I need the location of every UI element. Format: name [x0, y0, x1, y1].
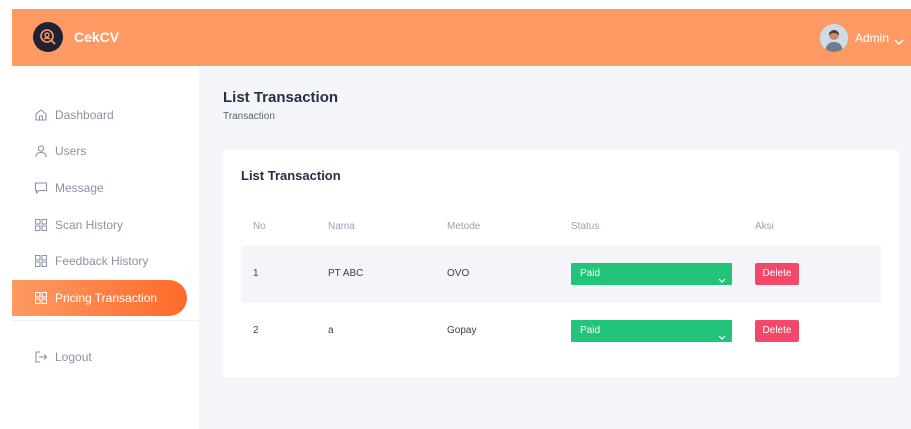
transaction-card: List Transaction No Nama Metode Status A…: [223, 150, 899, 377]
app-frame: CekCV Admin Dashboard Users Message Scan…: [12, 9, 911, 429]
chevron-down-icon: [718, 271, 726, 293]
delete-button[interactable]: Delete: [755, 320, 799, 342]
sidebar-item-label: Logout: [55, 350, 92, 364]
home-icon: [34, 108, 48, 122]
logo-icon[interactable]: [33, 22, 63, 52]
delete-button[interactable]: Delete: [755, 263, 799, 285]
card-title: List Transaction: [241, 168, 341, 183]
column-header-no: No: [253, 221, 266, 232]
sidebar-item-label: Users: [55, 144, 87, 158]
sidebar: Dashboard Users Message Scan History Fee…: [12, 66, 199, 429]
cell-nama: PT ABC: [328, 268, 364, 279]
table-row: 1 PT ABC OVO Paid Delete: [241, 246, 881, 303]
cell-metode: Gopay: [447, 325, 477, 336]
breadcrumb[interactable]: Transaction: [223, 111, 275, 122]
chevron-down-icon: [718, 328, 726, 350]
sidebar-item-feedback-history[interactable]: Feedback History: [12, 243, 187, 279]
user-name[interactable]: Admin: [855, 31, 889, 45]
status-select[interactable]: Paid: [571, 263, 732, 285]
chevron-down-icon[interactable]: [894, 33, 904, 51]
cell-no: 1: [253, 268, 259, 279]
message-icon: [34, 181, 48, 195]
grid-icon: [34, 291, 48, 305]
brand-name: CekCV: [74, 29, 120, 45]
sidebar-item-label: Scan History: [55, 218, 124, 232]
status-select[interactable]: Paid: [571, 320, 732, 342]
sidebar-item-message[interactable]: Message: [12, 170, 187, 206]
sidebar-item-scan-history[interactable]: Scan History: [12, 207, 187, 243]
grid-icon: [34, 254, 48, 268]
top-bar: CekCV Admin: [12, 9, 911, 66]
user-icon: [34, 144, 48, 158]
sidebar-item-label: Message: [55, 181, 104, 195]
sidebar-item-logout[interactable]: Logout: [12, 339, 187, 375]
status-value: Paid: [580, 325, 601, 336]
column-header-metode: Metode: [447, 221, 481, 232]
sidebar-item-label: Feedback History: [55, 254, 149, 268]
grid-icon: [34, 218, 48, 232]
status-value: Paid: [580, 268, 601, 279]
cell-metode: OVO: [447, 268, 470, 279]
sidebar-item-label: Dashboard: [55, 108, 114, 122]
avatar[interactable]: [820, 24, 848, 52]
page-title: List Transaction: [223, 89, 339, 106]
column-header-status: Status: [571, 221, 600, 232]
table-row: 2 a Gopay Paid Delete: [241, 303, 881, 360]
sidebar-item-pricing-transaction[interactable]: Pricing Transaction: [12, 280, 187, 316]
sidebar-item-users[interactable]: Users: [12, 133, 187, 169]
logout-icon: [34, 350, 48, 364]
sidebar-item-label: Pricing Transaction: [55, 291, 158, 305]
sidebar-item-dashboard[interactable]: Dashboard: [12, 97, 187, 133]
cell-nama: a: [328, 325, 334, 336]
cell-no: 2: [253, 325, 259, 336]
column-header-nama: Nama: [328, 221, 355, 232]
sidebar-divider: [12, 320, 199, 321]
column-header-aksi: Aksi: [755, 221, 774, 232]
